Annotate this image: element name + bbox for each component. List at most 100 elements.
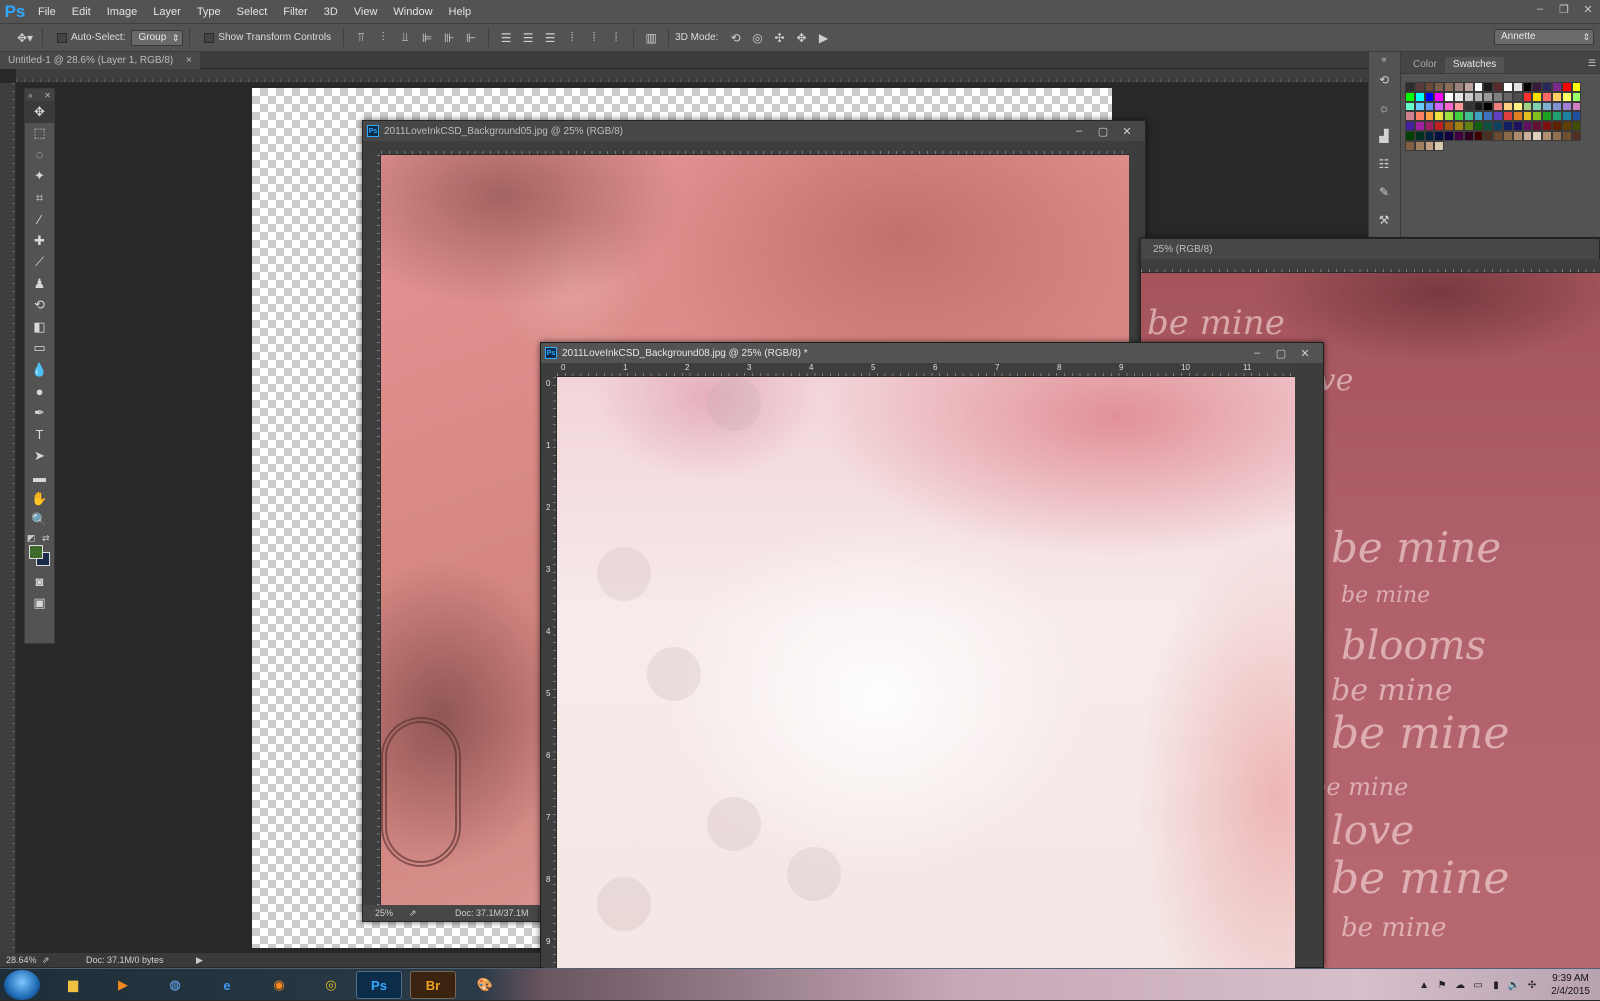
color-swatch[interactable] <box>1532 130 1543 141</box>
color-swatch[interactable] <box>1551 111 1562 122</box>
color-swatch[interactable] <box>1473 101 1484 112</box>
align-vcenter-icon[interactable]: ⫶ <box>372 28 394 48</box>
hand-tool-icon[interactable]: ✋ <box>25 488 54 510</box>
panel-menu-icon[interactable]: ☰ <box>1588 58 1596 69</box>
color-swatch[interactable] <box>1414 140 1425 151</box>
color-swatch[interactable] <box>1502 111 1513 122</box>
color-swatch[interactable] <box>1522 91 1533 102</box>
color-swatch[interactable] <box>1453 111 1464 122</box>
close-icon[interactable]: ✕ <box>1293 343 1317 363</box>
bridge-taskbar-icon[interactable]: Br <box>410 971 456 999</box>
color-swatch[interactable] <box>1493 111 1503 122</box>
color-swatch[interactable] <box>1434 121 1445 131</box>
marquee-tool-icon[interactable]: ⬚ <box>25 123 54 145</box>
blur-tool-icon[interactable]: 💧 <box>25 359 54 381</box>
color-swatch[interactable] <box>1405 111 1415 122</box>
color-swatch[interactable] <box>1493 91 1503 102</box>
color-swatch[interactable] <box>1542 101 1552 112</box>
color-swatch[interactable] <box>1522 82 1533 92</box>
path-selection-tool-icon[interactable]: ➤ <box>25 445 54 467</box>
color-swatch[interactable] <box>1571 121 1582 131</box>
color-swatch[interactable] <box>1493 101 1503 112</box>
color-swatch[interactable] <box>1522 121 1533 131</box>
color-swatch[interactable] <box>1473 91 1484 102</box>
magic-wand-tool-icon[interactable]: ✦ <box>25 166 54 188</box>
minimize-icon[interactable]: – <box>1245 343 1269 363</box>
color-swatch[interactable] <box>1532 111 1543 122</box>
tool-presets-panel-icon[interactable]: ⚒ <box>1369 206 1399 234</box>
color-swatch[interactable] <box>1453 82 1464 92</box>
sync-icon[interactable]: ☁ <box>1451 980 1469 991</box>
color-swatch[interactable] <box>1414 101 1425 112</box>
color-swatch[interactable] <box>1561 82 1572 92</box>
color-swatch[interactable] <box>1522 111 1533 122</box>
color-swatch[interactable] <box>1424 121 1435 131</box>
window-title-bar[interactable]: Ps 2011LoveInkCSD_Background08.jpg @ 25%… <box>541 343 1323 363</box>
menu-view[interactable]: View <box>346 0 386 24</box>
tab-color[interactable]: Color <box>1405 57 1445 73</box>
distribute-bottom-icon[interactable]: ☰ <box>539 28 561 48</box>
color-swatch[interactable] <box>1502 121 1513 131</box>
restore-icon[interactable]: ❐ <box>1552 0 1576 18</box>
move-tool-icon[interactable]: ✥ <box>25 101 54 123</box>
color-swatch[interactable] <box>1434 140 1445 151</box>
color-swatch[interactable] <box>1571 130 1582 141</box>
align-left-icon[interactable]: ⊫ <box>416 28 438 48</box>
color-swatch[interactable] <box>1522 130 1533 141</box>
workspace-dropdown[interactable]: Annette <box>1494 29 1594 45</box>
history-panel-icon[interactable]: ⟲ <box>1369 66 1399 94</box>
color-swatch[interactable] <box>1561 101 1572 112</box>
color-swatch[interactable] <box>1434 111 1445 122</box>
move-tool-preset-icon[interactable]: ✥▾ <box>14 28 36 48</box>
color-swatch[interactable] <box>1453 130 1464 141</box>
properties-panel-icon[interactable]: ☷ <box>1369 150 1399 178</box>
zoom-tool-icon[interactable]: 🔍 <box>25 510 54 532</box>
color-swatch[interactable] <box>1483 111 1494 122</box>
healing-brush-tool-icon[interactable]: ✚ <box>25 230 54 252</box>
color-swatch[interactable] <box>1502 130 1513 141</box>
close-icon[interactable]: ✕ <box>1115 121 1139 141</box>
color-swatch[interactable] <box>1434 130 1445 141</box>
align-top-icon[interactable]: ⫪ <box>350 28 372 48</box>
align-right-icon[interactable]: ⊩ <box>460 28 482 48</box>
color-swatch[interactable] <box>1512 121 1523 131</box>
color-swatch[interactable] <box>1551 130 1562 141</box>
color-swatch[interactable] <box>1483 91 1494 102</box>
color-swatch[interactable] <box>1522 101 1533 112</box>
color-swatch[interactable] <box>1512 82 1523 92</box>
color-swatch[interactable] <box>1463 121 1474 131</box>
swap-colors-icon[interactable]: ⇄ <box>42 533 50 544</box>
color-swatch[interactable] <box>1424 101 1435 112</box>
distribute-left-icon[interactable]: ⦙ <box>561 28 583 48</box>
color-swatch[interactable] <box>1405 101 1415 112</box>
color-swatch[interactable] <box>1463 101 1474 112</box>
collapse-icon[interactable]: » <box>28 91 32 100</box>
color-swatch[interactable] <box>1473 111 1484 122</box>
zoom-level[interactable]: 28.64% <box>6 955 42 965</box>
adjustments-panel-icon[interactable]: ☼ <box>1369 94 1399 122</box>
clone-stamp-tool-icon[interactable]: ♟ <box>25 273 54 295</box>
photoshop-taskbar-icon[interactable]: Ps <box>356 971 402 999</box>
display-icon[interactable]: ▭ <box>1469 980 1487 991</box>
color-swatch[interactable] <box>1512 91 1523 102</box>
color-swatch[interactable] <box>1551 121 1562 131</box>
network-icon[interactable]: ✣ <box>1523 980 1541 991</box>
color-swatch[interactable] <box>1542 82 1552 92</box>
color-swatch[interactable] <box>1571 111 1582 122</box>
window-title-bar[interactable]: Ps 2011LoveInkCSD_Background05.jpg @ 25%… <box>363 121 1145 141</box>
menu-help[interactable]: Help <box>441 0 480 24</box>
color-swatch[interactable] <box>1424 82 1435 92</box>
menu-edit[interactable]: Edit <box>64 0 99 24</box>
color-swatch[interactable] <box>1414 130 1425 141</box>
network-app-icon[interactable]: ◍ <box>152 971 198 999</box>
distribute-vcenter-icon[interactable]: ☰ <box>517 28 539 48</box>
color-swatch[interactable] <box>1444 130 1454 141</box>
color-swatch[interactable] <box>1463 82 1474 92</box>
color-swatch[interactable] <box>1542 111 1552 122</box>
quick-mask-icon[interactable]: ◙ <box>25 571 54 593</box>
close-icon[interactable]: ✕ <box>1576 0 1600 18</box>
menu-file[interactable]: File <box>30 0 64 24</box>
color-swatch[interactable] <box>1483 121 1494 131</box>
color-swatch[interactable] <box>1532 82 1543 92</box>
file-explorer-icon[interactable]: ▆ <box>50 971 96 999</box>
